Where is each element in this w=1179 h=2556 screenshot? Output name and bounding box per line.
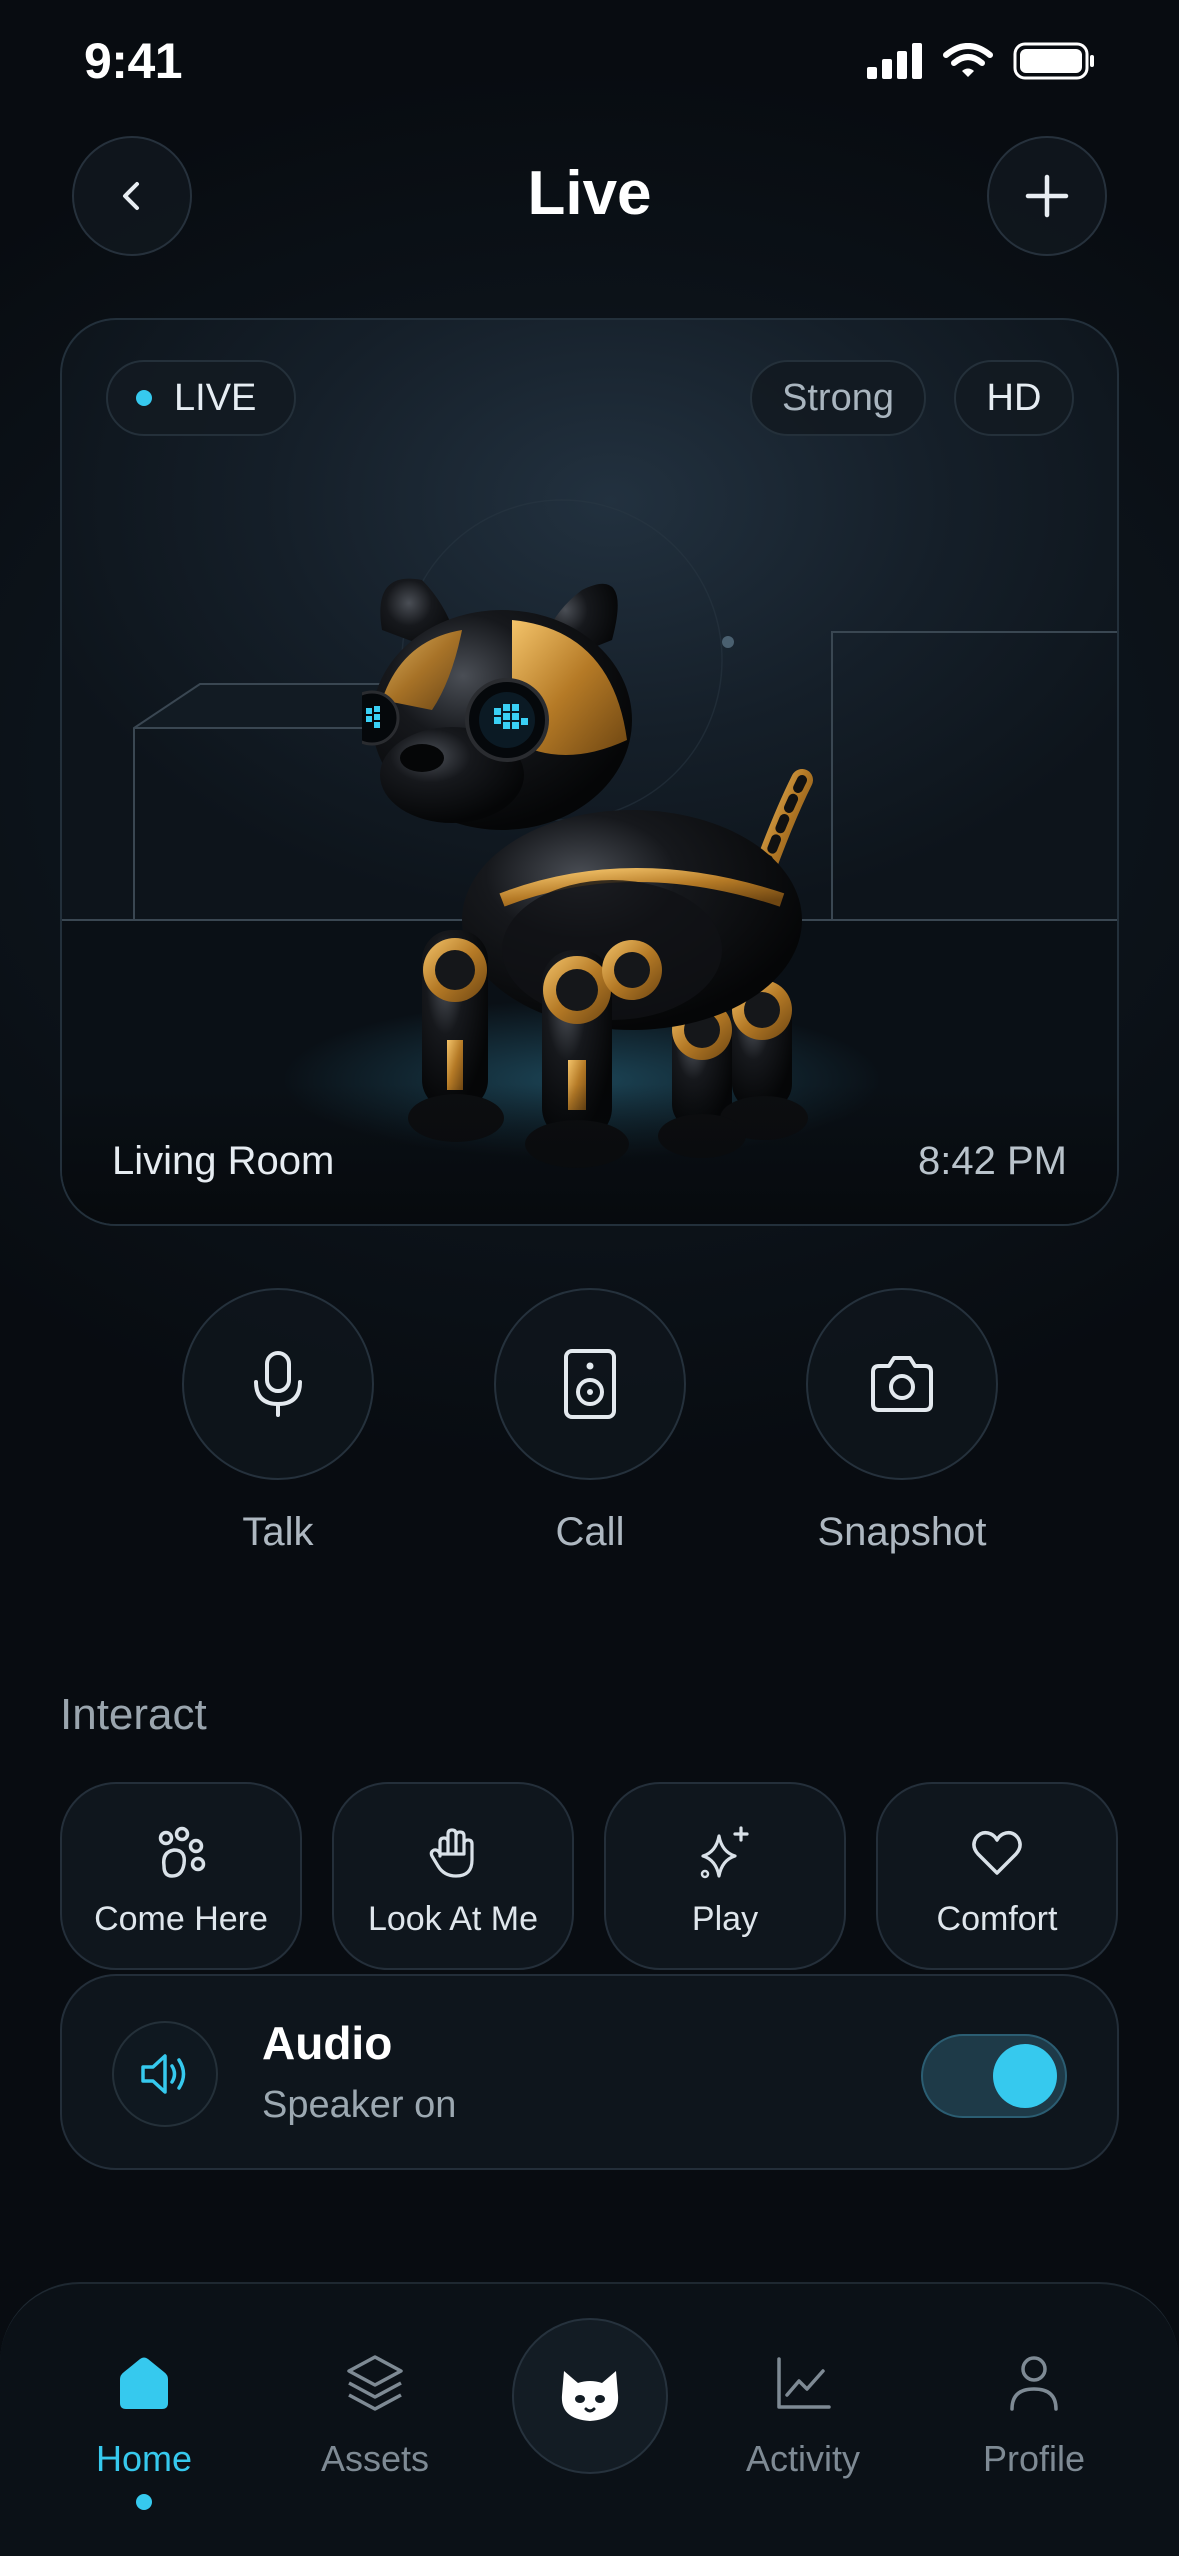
- layers-icon: [347, 2355, 403, 2411]
- nav-item-assets[interactable]: Assets: [275, 2346, 475, 2480]
- play-button[interactable]: Play: [604, 1782, 846, 1970]
- quick-actions: Talk Call Snapshot: [0, 1288, 1179, 1568]
- snapshot-button[interactable]: Snapshot: [806, 1288, 998, 1555]
- feed-timestamp: 8:42 PM: [918, 1139, 1067, 1183]
- robot-home-button[interactable]: [512, 2318, 668, 2474]
- nav-item-activity[interactable]: Activity: [703, 2346, 903, 2480]
- live-badge-label: LIVE: [174, 376, 257, 419]
- call-button[interactable]: Call: [494, 1288, 686, 1555]
- comfort-label: Comfort: [936, 1900, 1058, 1938]
- snapshot-label: Snapshot: [817, 1510, 987, 1554]
- audio-toggle-knob: [993, 2044, 1057, 2108]
- audio-icon-circle: [112, 2021, 218, 2127]
- nav-label-profile: Profile: [982, 2438, 1086, 2479]
- nav-item-profile[interactable]: Profile: [934, 2346, 1134, 2480]
- talk-label: Talk: [242, 1510, 314, 1554]
- play-label: Play: [691, 1900, 759, 1938]
- bottom-nav: Home Assets Activity Profile: [0, 2282, 1179, 2556]
- nav-item-home[interactable]: Home: [44, 2346, 244, 2510]
- audio-card: Audio Speaker on: [60, 1974, 1119, 2170]
- look-at-me-label: Look At Me: [367, 1900, 539, 1938]
- plus-icon: [1025, 174, 1069, 218]
- audio-toggle[interactable]: [921, 2034, 1067, 2118]
- live-camera-feed[interactable]: LIVE Strong HD Living Room 8:42 PM: [60, 318, 1119, 1226]
- call-button-circle[interactable]: [494, 1288, 686, 1480]
- status-bar: 9:41: [0, 0, 1179, 120]
- home-icon: [120, 2357, 168, 2409]
- come-here-label: Come Here: [94, 1900, 268, 1938]
- hand-icon: [429, 1828, 474, 1878]
- wifi-icon: [943, 43, 993, 77]
- robot-cat-icon: [561, 2371, 619, 2421]
- user-icon: [1010, 2356, 1058, 2411]
- interact-section-title: Interact: [60, 1690, 207, 1739]
- active-indicator-dot: [136, 2494, 152, 2510]
- nav-label-assets: Assets: [320, 2438, 430, 2479]
- talk-button-circle[interactable]: [182, 1288, 374, 1480]
- camera-icon: [871, 1356, 933, 1412]
- robot-dog-image: [362, 578, 813, 1168]
- live-indicator-dot: [136, 390, 152, 406]
- paw-icon: [158, 1826, 206, 1878]
- call-label: Call: [555, 1510, 625, 1554]
- room-name: Living Room: [112, 1139, 335, 1183]
- nav-label-home: Home: [95, 2438, 193, 2479]
- microphone-icon: [254, 1351, 302, 1417]
- snapshot-button-circle[interactable]: [806, 1288, 998, 1480]
- heart-icon: [972, 1830, 1022, 1875]
- come-here-button[interactable]: Come Here: [60, 1782, 302, 1970]
- audio-status: Speaker on: [262, 2084, 457, 2126]
- look-at-me-button[interactable]: Look At Me: [332, 1782, 574, 1970]
- activity-chart-icon: [777, 2357, 831, 2409]
- cellular-signal-icon: [867, 43, 922, 79]
- interact-grid: Come Here Look At Me Play Comfort: [60, 1782, 1119, 1970]
- status-time: 9:41: [84, 33, 183, 89]
- speaker-volume-icon: [141, 2054, 186, 2094]
- nav-label-activity: Activity: [745, 2438, 860, 2479]
- live-badge: LIVE: [106, 360, 296, 436]
- audio-title: Audio: [262, 2017, 393, 2069]
- comfort-button[interactable]: Comfort: [876, 1782, 1118, 1970]
- battery-icon: [1013, 42, 1094, 80]
- status-icons: [867, 42, 1095, 80]
- header: Live: [0, 136, 1179, 260]
- signal-strength-badge: Strong: [750, 360, 926, 436]
- video-quality-badge[interactable]: HD: [954, 360, 1074, 436]
- add-button[interactable]: [987, 136, 1107, 256]
- speaker-device-icon: [564, 1349, 616, 1419]
- sparkle-icon: [700, 1826, 749, 1879]
- talk-button[interactable]: Talk: [182, 1288, 374, 1555]
